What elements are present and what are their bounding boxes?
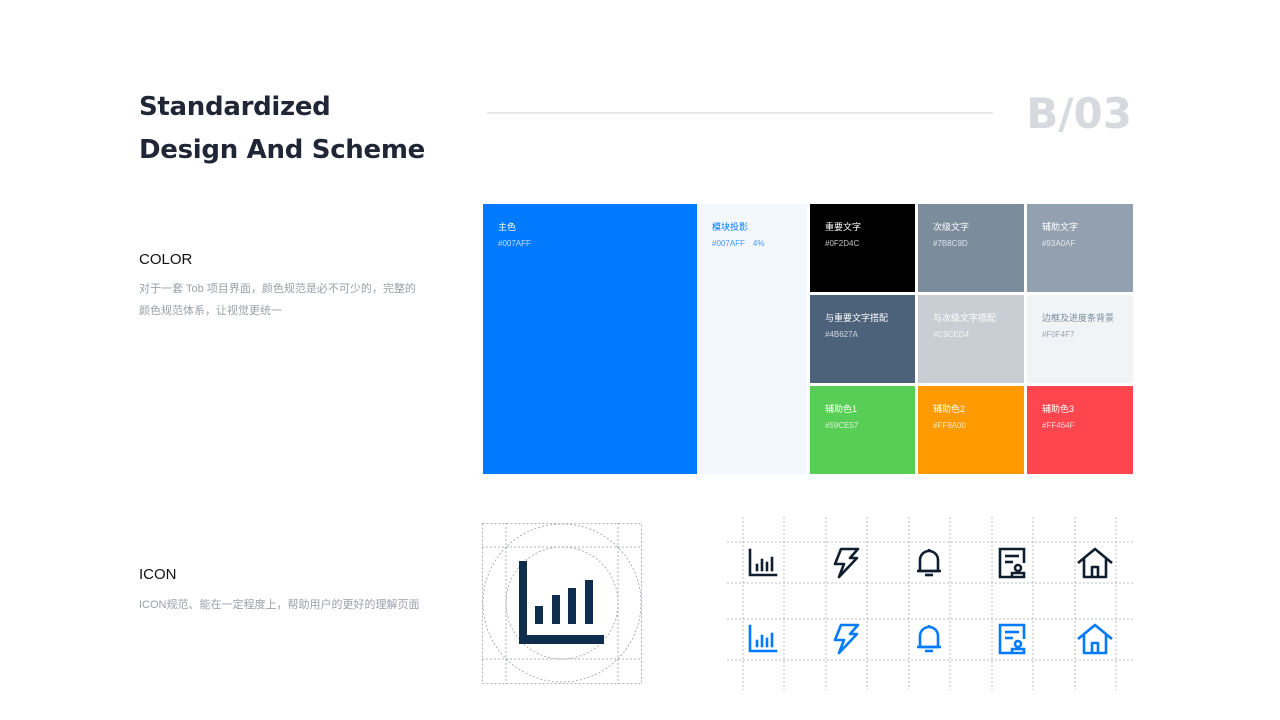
swatch-pair-main: 与重要文字搭配 #4B627A [810, 295, 915, 383]
swatch-pair-secondary: 与次级文字搭配 #C9CED4 [918, 295, 1024, 383]
swatch-name: 辅助色2 [933, 404, 966, 414]
page-title: Standardized Design And Scheme [139, 86, 425, 172]
swatch-hex: #59CE57 [825, 421, 859, 430]
home-icon-blue [1073, 617, 1117, 661]
swatch-hex: #FF464F [1042, 421, 1075, 430]
swatch-name: 辅助色3 [1042, 404, 1075, 414]
icon-section-title: ICON [139, 566, 177, 583]
icon-set-grid [727, 517, 1133, 690]
swatch-name: 边框及进度条背景 [1042, 313, 1115, 323]
swatch-name: 主色 [498, 222, 517, 232]
bell-icon [907, 541, 951, 585]
lightning-icon [824, 541, 868, 585]
swatch-alpha: 4% [752, 239, 765, 248]
page-title-line-1: Standardized [139, 92, 331, 122]
swatch-name: 辅助文字 [1042, 222, 1079, 232]
swatch-hex: #F0F4F7 [1042, 330, 1075, 339]
swatch-hex: #0F2D4C [825, 239, 860, 248]
swatch-hex: #FF9A00 [933, 421, 966, 430]
color-section-description: 对于一套 Tob 项目界面，颜色规范是必不可少的，完整的颜色规范体系，让视觉更统… [139, 283, 416, 317]
swatch-module-shadow: 模块投影 #007AFF 4% [697, 204, 807, 474]
swatch-name: 与次级文字搭配 [933, 313, 997, 323]
bar-chart-icon-blue [741, 617, 785, 661]
lightning-icon-blue [824, 617, 868, 661]
swatch-name: 模块投影 [712, 222, 749, 232]
page-title-line-2: Design And Scheme [139, 135, 425, 165]
swatch-border: 边框及进度条背景 #F0F4F7 [1027, 295, 1133, 383]
keyline-grid-svg [482, 523, 642, 684]
swatch-hex: #C9CED4 [933, 330, 970, 339]
swatch-name: 次级文字 [933, 222, 970, 232]
swatch-hex: #007AFF [498, 239, 531, 248]
swatch-auxiliary-2: 辅助色2 #FF9A00 [918, 386, 1024, 474]
swatch-hex: #4B627A [825, 330, 858, 339]
swatch-name: 与重要文字搭配 [825, 313, 889, 323]
color-section-title: COLOR [139, 251, 193, 268]
featured-bar-chart-icon [519, 561, 604, 644]
swatch-text-secondary: 次级文字 #7B8C9D [918, 204, 1024, 292]
swatch-name: 辅助色1 [825, 404, 858, 414]
icon-keyline-grid [482, 523, 642, 684]
swatch-hex: #7B8C9D [933, 239, 968, 248]
swatch-hex: #93A0AF [1042, 239, 1076, 248]
icon-section-description: ICON规范、能在一定程度上，帮助用户的更好的理解页面 [139, 599, 420, 611]
swatch-auxiliary-3: 辅助色3 #FF464F [1027, 386, 1133, 474]
swatch-name: 重要文字 [825, 222, 862, 232]
header-divider [487, 112, 993, 114]
home-icon [1073, 541, 1117, 585]
swatch-hex: #007AFF 4% [712, 239, 807, 249]
bar-chart-icon [741, 541, 785, 585]
swatch-text-main: 重要文字 #0F2D4C [810, 204, 915, 292]
bell-icon-blue [907, 617, 951, 661]
swatch-primary: 主色 #007AFF [483, 204, 697, 474]
swatch-auxiliary-1: 辅助色1 #59CE57 [810, 386, 915, 474]
document-icon-blue [990, 617, 1034, 661]
page-number: B/03 [1026, 89, 1132, 138]
swatch-text-auxiliary: 辅助文字 #93A0AF [1027, 204, 1133, 292]
swatch-hex-value: #007AFF [712, 239, 745, 248]
document-icon [990, 541, 1034, 585]
